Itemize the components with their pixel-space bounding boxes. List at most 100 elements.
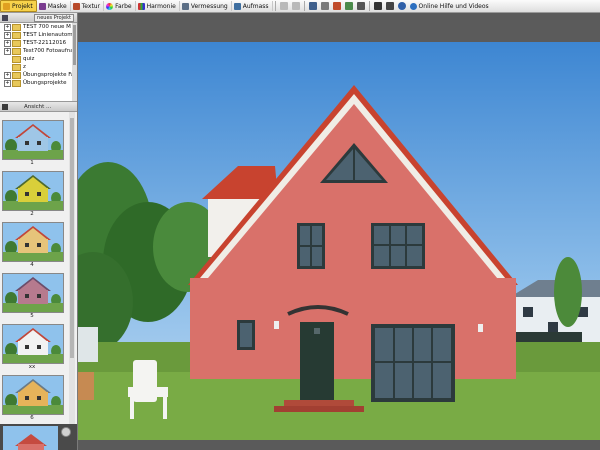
tree-item[interactable]: + Test700 Fotoaufna bbox=[0, 47, 77, 55]
view-panel-header: Ansicht ... bbox=[0, 102, 77, 112]
thumb-window bbox=[25, 345, 29, 349]
settings-icon[interactable] bbox=[385, 2, 394, 10]
thumb-window bbox=[37, 396, 41, 400]
info-icon[interactable] bbox=[397, 2, 406, 10]
thumb-grass bbox=[3, 201, 63, 210]
folder-icon bbox=[12, 47, 21, 55]
tree-item[interactable]: + TEST-22112016 bbox=[0, 39, 77, 47]
online-help-label: Online Hilfe und Videos bbox=[418, 2, 489, 10]
toolbar-textur-button[interactable]: Textur bbox=[71, 1, 105, 11]
layers-icon[interactable] bbox=[332, 2, 341, 10]
toolbar-vermessung-label: Vermessung bbox=[190, 2, 228, 10]
print-icon[interactable] bbox=[356, 2, 365, 10]
view-thumbnail-image[interactable] bbox=[2, 222, 64, 262]
color-wheel-icon bbox=[106, 2, 114, 10]
folder-icon bbox=[3, 2, 10, 10]
expand-icon[interactable]: + bbox=[4, 39, 11, 47]
folder-icon bbox=[12, 31, 21, 39]
photo-canvas[interactable] bbox=[78, 42, 600, 440]
folder-icon bbox=[12, 71, 21, 79]
toolbar-projekt-button[interactable]: Projekt bbox=[0, 0, 37, 12]
toolbar-separator bbox=[368, 1, 370, 11]
thumb-wall bbox=[18, 188, 48, 202]
view-thumbnail-image[interactable] bbox=[2, 120, 64, 160]
toolbar-aufmass-button[interactable]: Aufmass bbox=[232, 1, 273, 11]
thumbnail-scrollbar[interactable] bbox=[69, 112, 75, 430]
tree-item-label: Übungsprojekte bbox=[23, 80, 67, 86]
tree-item[interactable]: + Übungsprojekte bbox=[0, 79, 77, 87]
tree-item[interactable]: + TEST Linienautom bbox=[0, 31, 77, 39]
toolbar-maske-button[interactable]: Maske bbox=[37, 1, 71, 11]
view-thumbnail[interactable]: xx bbox=[2, 324, 64, 370]
expand-icon[interactable]: + bbox=[4, 79, 11, 87]
tree-scroll-thumb[interactable] bbox=[73, 25, 76, 65]
view-thumbnail[interactable]: 6 bbox=[2, 375, 64, 421]
project-panel-header: neues Projekt bbox=[0, 13, 77, 23]
zoom-knob[interactable] bbox=[61, 427, 71, 437]
view-thumbnail-label: 2 bbox=[30, 211, 34, 217]
preview-thumbnail[interactable] bbox=[3, 426, 58, 450]
tree-item-label: Test700 Fotoaufna bbox=[23, 48, 74, 54]
view-thumbnail-list: 1 2 4 5 xx 6 bbox=[0, 112, 77, 430]
redo-icon[interactable] bbox=[291, 2, 300, 10]
expand-icon[interactable]: + bbox=[4, 71, 11, 79]
wall-lamp-right bbox=[478, 324, 483, 332]
view-thumbnail-label: 1 bbox=[30, 160, 34, 166]
toolbar-projekt-label: Projekt bbox=[12, 2, 33, 10]
thumb-grass bbox=[3, 252, 63, 261]
toolbar-separator bbox=[274, 1, 276, 11]
expand-icon[interactable]: + bbox=[4, 47, 11, 55]
toolbar-farbe-button[interactable]: Farbe bbox=[104, 1, 136, 11]
thumb-window bbox=[25, 192, 29, 196]
view-thumbnail[interactable]: 4 bbox=[2, 222, 64, 268]
camera-icon[interactable] bbox=[373, 2, 382, 10]
thumb-window bbox=[37, 243, 41, 247]
folder-icon bbox=[12, 23, 21, 31]
expand-icon[interactable]: + bbox=[4, 23, 11, 31]
view-thumbnail-image[interactable] bbox=[2, 273, 64, 313]
save-icon[interactable] bbox=[2, 103, 8, 110]
thumb-wall bbox=[18, 137, 48, 151]
view-panel-title: Ansicht ... bbox=[24, 103, 52, 110]
view-thumbnail[interactable]: 1 bbox=[2, 120, 64, 166]
wooden-crate bbox=[78, 372, 94, 400]
view-thumbnail-image[interactable] bbox=[2, 171, 64, 211]
toolbar-maske-label: Maske bbox=[47, 2, 67, 10]
view-thumbnail[interactable]: 5 bbox=[2, 273, 64, 319]
expand-icon[interactable]: + bbox=[4, 31, 11, 39]
view-thumbnail-label: xx bbox=[28, 364, 36, 370]
view-thumbnail[interactable]: 2 bbox=[2, 171, 64, 217]
house-photo[interactable] bbox=[78, 42, 600, 440]
pen-icon[interactable] bbox=[308, 2, 317, 10]
tree-item-label: z bbox=[23, 64, 26, 70]
new-project-button[interactable]: neues Projekt bbox=[34, 13, 74, 22]
grid-icon[interactable] bbox=[344, 2, 353, 10]
thumb-wall bbox=[18, 290, 48, 304]
thumbnail-scroll-thumb[interactable] bbox=[70, 118, 74, 358]
online-help-button[interactable]: Online Hilfe und Videos bbox=[408, 1, 492, 11]
thumb-wall bbox=[18, 239, 48, 253]
mask-icon bbox=[38, 2, 46, 10]
main-toolbar: Projekt Maske Textur Farbe Harmonie Verm… bbox=[0, 0, 600, 13]
view-thumbnail-image[interactable] bbox=[2, 375, 64, 415]
tree-scrollbar[interactable] bbox=[72, 23, 77, 101]
thumb-window bbox=[25, 243, 29, 247]
toolbar-harmonie-button[interactable]: Harmonie bbox=[136, 1, 180, 11]
tree-item[interactable]: +z bbox=[0, 63, 77, 71]
preview-frame bbox=[0, 424, 77, 450]
tree-item[interactable]: + Übungsprojekte Fa bbox=[0, 71, 77, 79]
takeoff-icon bbox=[233, 2, 241, 10]
tree-item[interactable]: + TEST 700 neue M bbox=[0, 23, 77, 31]
project-tree: + TEST 700 neue M + TEST Linienautom + TEST… bbox=[0, 23, 77, 102]
view-thumbnail-image[interactable] bbox=[2, 324, 64, 364]
wall-lamp-left bbox=[274, 321, 279, 329]
eraser-icon[interactable] bbox=[320, 2, 329, 10]
toolbar-vermessung-button[interactable]: Vermessung bbox=[180, 1, 232, 11]
thumb-wall bbox=[18, 392, 48, 406]
undo-icon[interactable] bbox=[279, 2, 288, 10]
tree-item[interactable]: +quiz bbox=[0, 55, 77, 63]
thumb-window bbox=[25, 141, 29, 145]
toolbar-textur-label: Textur bbox=[81, 2, 101, 10]
help-icon bbox=[409, 2, 417, 10]
thumb-window bbox=[37, 192, 41, 196]
